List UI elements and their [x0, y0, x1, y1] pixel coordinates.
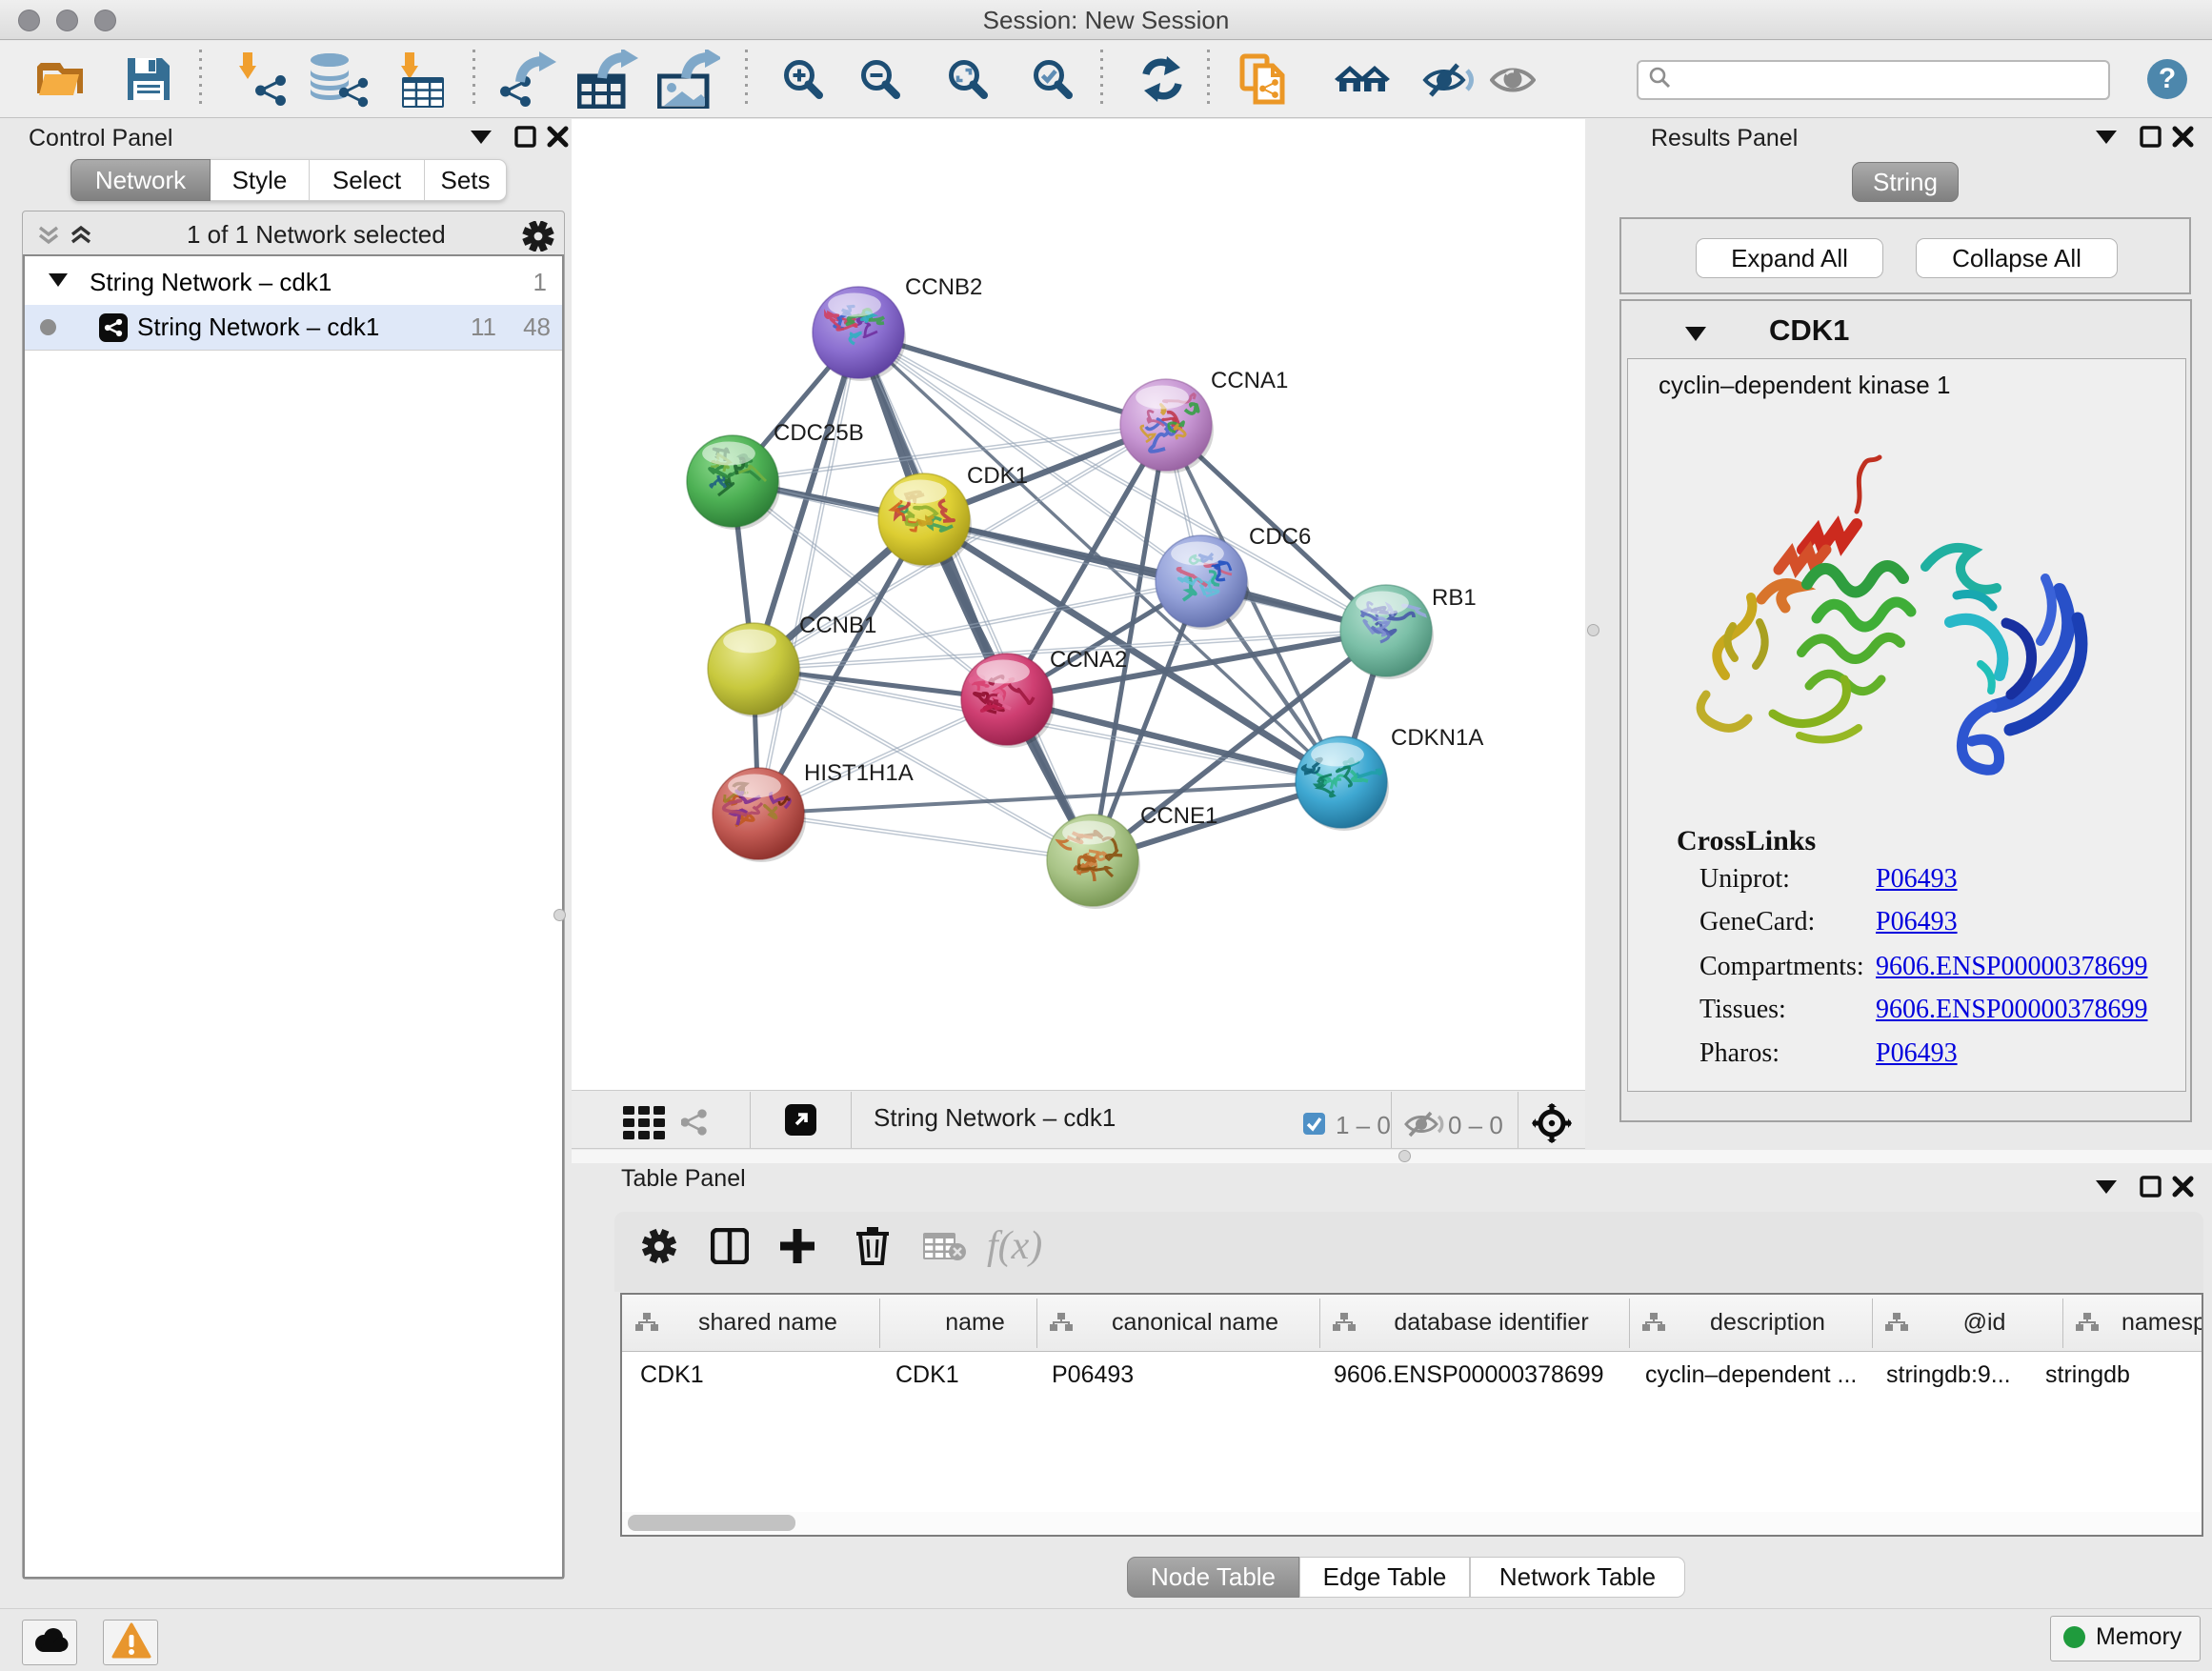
svg-text:CCNA2: CCNA2 [1050, 647, 1127, 673]
svg-text:?: ? [2159, 63, 2176, 94]
svg-text:CCNB2: CCNB2 [905, 274, 982, 300]
svg-text:CCNA1: CCNA1 [1211, 368, 1288, 393]
svg-text:RB1: RB1 [1432, 585, 1477, 611]
svg-text:CCNE1: CCNE1 [1140, 803, 1217, 829]
svg-text:CDC25B: CDC25B [774, 420, 864, 446]
svg-text:CDKN1A: CDKN1A [1391, 725, 1483, 751]
svg-text:CDC6: CDC6 [1249, 524, 1311, 550]
svg-text:CCNB1: CCNB1 [799, 613, 876, 638]
svg-text:CDK1: CDK1 [967, 463, 1028, 489]
svg-text:HIST1H1A: HIST1H1A [804, 760, 914, 786]
